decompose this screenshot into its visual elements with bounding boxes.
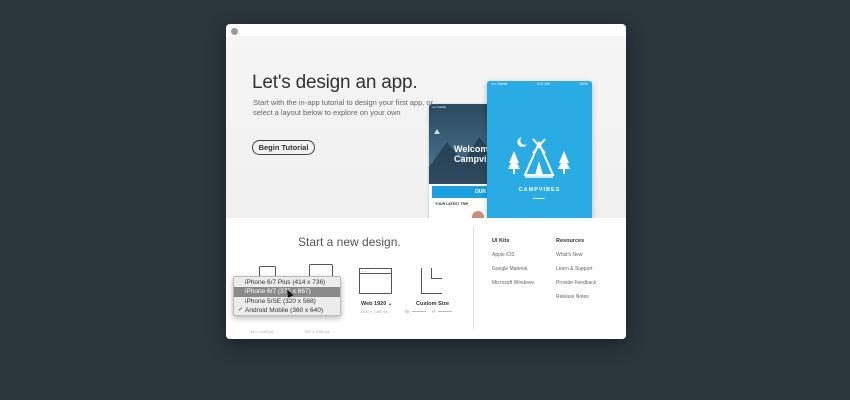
page-fold-icon (431, 268, 442, 279)
web-preset-label[interactable]: Web 1920 ⌄ (361, 301, 392, 307)
resource-link-provide-feedback[interactable]: Provide Feedback (556, 280, 596, 286)
window-close-button[interactable] (231, 28, 238, 35)
web-preset-icon[interactable]: • • • (359, 268, 392, 294)
brand-name: CAMPVIBES (518, 187, 561, 193)
dropdown-option-selected[interactable]: ✓ Android Mobile (360 x 640) (234, 306, 340, 315)
begin-tutorial-button[interactable]: Begin Tutorial (252, 140, 315, 155)
resource-link-release-notes[interactable]: Release Notes (556, 294, 589, 300)
resource-link-learn-support[interactable]: Learn & Support (556, 266, 592, 272)
preview-welcome-title: Welcom Campvi (454, 144, 489, 164)
battery-text: 100% (579, 82, 588, 86)
tablet-size-sub: 750 × 1334 px (304, 329, 330, 334)
time-text: 9:41 AM (536, 82, 550, 86)
dropdown-option[interactable]: iPhone 5/SE (320 x 568) (234, 297, 340, 306)
hero-title: Let's design an app. (252, 72, 418, 93)
resource-link-whats-new[interactable]: What's New (556, 252, 583, 258)
new-design-title: Start a new design. (298, 235, 401, 249)
latest-trip-label: YOUR LATEST TRIP (435, 202, 469, 206)
web-preset-sub: 1920 × 1080 px (360, 309, 388, 314)
ui-kit-link-apple-ios[interactable]: Apple iOS (492, 252, 515, 258)
resources-title: Resources (556, 238, 585, 244)
custom-size-label: Custom Size (416, 301, 450, 307)
campvibes-logo-icon (508, 137, 570, 178)
app-preview-front: •••• Carrier 9:41 AM 100% CAMPVIBES (487, 81, 592, 218)
ui-kits-title: UI Kits (492, 238, 510, 244)
avatar (471, 210, 485, 218)
ui-kit-link-google-material[interactable]: Google Material (492, 266, 527, 272)
carrier-text: •••• Carrier (491, 82, 508, 86)
phone-size-sub: 940 × 640 px (250, 329, 274, 334)
preview-status-bar: •••• Carrier 9:41 AM 100% (487, 81, 592, 89)
custom-width-field[interactable]: W (405, 309, 429, 314)
carrier-text: •••• Carrier (432, 105, 447, 109)
hero-section: Let's design an app. Start with the in-a… (226, 36, 626, 218)
hero-description: Start with the in-app tutorial to design… (253, 98, 434, 117)
ui-kit-link-microsoft-windows[interactable]: Microsoft Windows (492, 280, 534, 286)
checkmark-icon: ✓ (238, 306, 244, 313)
custom-height-field[interactable]: H (432, 309, 455, 314)
brand-underline (533, 198, 545, 199)
section-divider (473, 226, 474, 329)
dropdown-option[interactable]: iPhone 6/7 Plus (414 x 736) (234, 278, 340, 287)
